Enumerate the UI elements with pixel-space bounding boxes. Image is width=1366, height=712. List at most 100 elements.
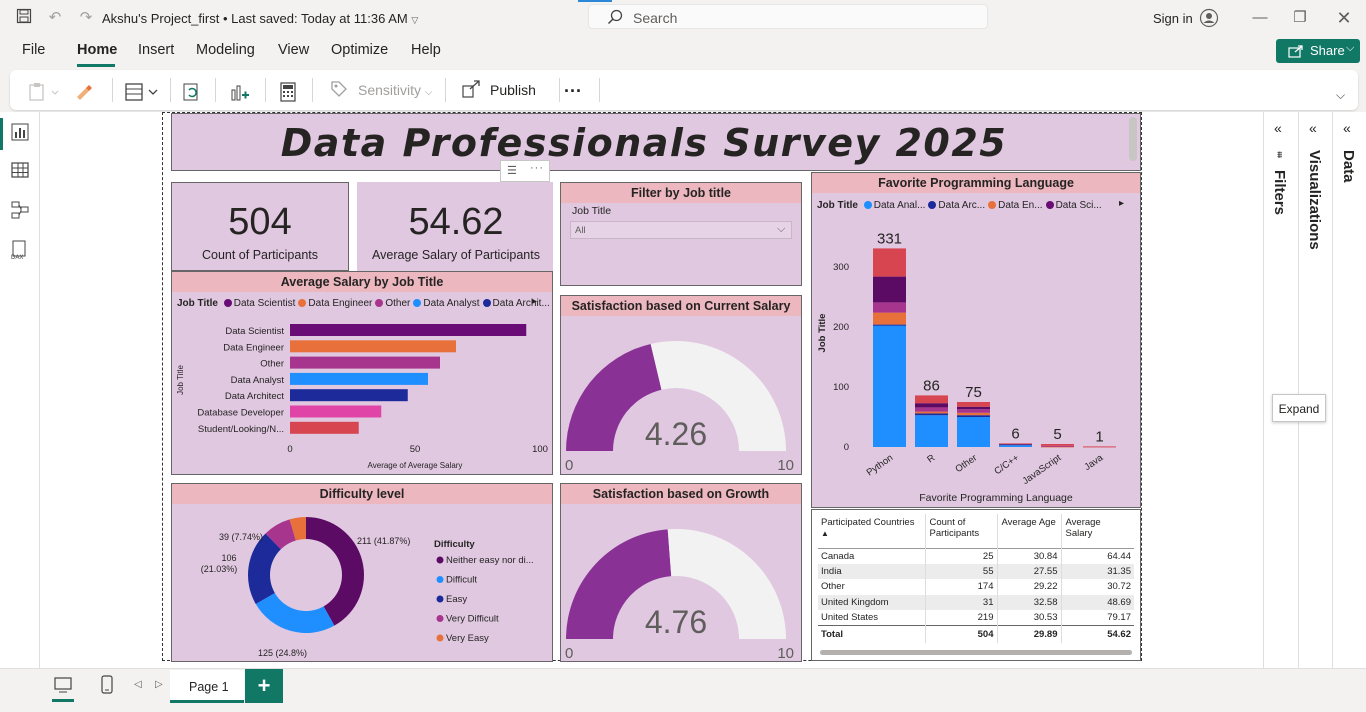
column-header-age[interactable]: Average Age [997,514,1062,548]
table-row[interactable]: Other 174 29.22 30.72 [818,579,1134,595]
category-label: Other [260,359,284,370]
satisfaction-growth-gauge-card[interactable]: Satisfaction based on Growth 4.76 0 10 [560,483,802,662]
redo-icon[interactable]: ↷ [76,8,96,28]
restore-icon[interactable]: ❐ [1290,8,1310,28]
legend-item[interactable]: Data En... [988,200,1043,211]
document-title[interactable]: Akshu's Project_first • Last saved: Toda… [102,11,418,26]
table-body: Canada 25 30.84 64.44 India 55 27.55 31.35 Other… [818,548,1134,643]
legend-item[interactable]: Data Engineer [298,298,372,309]
search-input[interactable]: Search [588,4,988,29]
salary-by-job-chart-card[interactable]: Average Salary by Job Title Job Title Da… [171,271,553,475]
legend-item[interactable]: Data Anal... [863,200,925,211]
expand-pane-icon[interactable]: « [1274,120,1282,136]
get-data-icon[interactable] [124,82,162,102]
format-painter-icon[interactable] [74,82,94,102]
column-header-count[interactable]: Count of Participants [925,514,998,548]
more-options-icon[interactable]: ··· [530,162,544,174]
country-table-card[interactable]: Participated Countries ▲ Count of Particip… [811,509,1141,661]
table-total-row[interactable]: Total 504 29.89 54.62 [818,625,1134,643]
menu-help[interactable]: Help [411,42,441,58]
satisfaction-salary-gauge-card[interactable]: Satisfaction based on Current Salary 4.2… [560,295,802,475]
table-row[interactable]: United Kingdom 31 32.58 48.69 [818,594,1134,610]
sensitivity-button[interactable]: Sensitivity ⌵ [330,80,433,102]
x-axis-label: Favorite Programming Language [919,492,1073,504]
y-axis-label: Job Title [817,314,828,353]
publish-icon [462,80,482,98]
data-pane-collapsed[interactable]: « Data [1332,112,1366,668]
legend-item[interactable]: Data Arc... [928,200,985,211]
next-page-icon[interactable]: ▷ [155,679,163,690]
calculator-icon[interactable] [280,82,296,102]
menu-insert[interactable]: Insert [138,42,174,58]
collapse-ribbon-icon[interactable]: ⌵ [1336,88,1345,103]
menu-optimize[interactable]: Optimize [331,42,388,58]
expand-pane-icon[interactable]: « [1309,120,1317,136]
filter-icon[interactable]: ☰ [507,164,517,177]
menu-modeling[interactable]: Modeling [196,42,255,58]
table-row[interactable]: United States 219 30.53 79.17 [818,610,1134,626]
column-header-salary[interactable]: Average Salary [1061,514,1134,548]
dax-query-icon[interactable]: DAX [10,240,30,260]
avatar-icon[interactable] [1199,8,1219,28]
menu-file[interactable]: File [22,42,45,58]
minimize-icon[interactable]: — [1250,8,1270,28]
filters-pane-collapsed[interactable]: « ⩩ Filters [1263,112,1298,668]
ribbon-toolbar: Sensitivity ⌵ Publish ... ⌵ [10,70,1358,110]
table-view-icon[interactable] [10,160,30,180]
legend-marker [988,201,997,209]
page-tab-page-1[interactable]: Page 1 [170,670,244,703]
column-header-country[interactable]: Participated Countries ▲ [818,514,926,548]
expand-pane-icon[interactable]: « [1343,120,1351,136]
table-row[interactable]: Canada 25 30.84 64.44 [818,548,1134,564]
report-title: Data Professionals Survey 2025 [280,121,1008,165]
undo-icon[interactable]: ↶ [45,8,65,28]
kpi-salary-card[interactable]: 54.62 Average Salary of Participants [357,182,553,271]
legend-item[interactable]: Data Scientist [223,298,295,309]
close-icon[interactable]: ✕ [1334,8,1354,28]
menu-view[interactable]: View [278,42,309,58]
kpi-count-card[interactable]: 504 Count of Participants [171,182,349,271]
x-tick-label: 0 [287,444,292,455]
title-bar: ↶ ↷ Akshu's Project_first • Last saved: … [0,0,1366,36]
add-page-button[interactable]: + [245,669,283,703]
visualizations-pane-collapsed[interactable]: « Visualizations [1298,112,1332,668]
category-label: Data Analyst [231,375,285,386]
report-view-icon[interactable] [10,122,30,142]
table-cell: India [818,563,926,579]
legend-item[interactable]: Data Sci... [1045,200,1102,211]
stack-segment [999,445,1032,447]
legend-next-icon[interactable]: ▸ [1119,198,1124,209]
desktop-layout-icon[interactable] [53,676,73,694]
header-label: Participated Countries [821,517,915,528]
job-title-dropdown[interactable]: All ⌵ [570,221,792,239]
menu-home[interactable]: Home [77,42,117,58]
stack-segment [873,276,906,303]
legend-item[interactable]: Other [375,298,410,309]
share-button[interactable]: Share ⌵ [1276,39,1360,63]
ribbon-divider [312,78,313,102]
mobile-layout-icon[interactable] [100,675,114,695]
favorite-language-chart-card[interactable]: Favorite Programming Language Job Title … [811,172,1141,508]
refresh-icon[interactable] [182,82,202,102]
difficulty-donut-card[interactable]: Difficulty level 211 (41.87%) 125 (24.8%)… [171,483,553,662]
share-icon [1288,45,1303,58]
sign-in-link[interactable]: Sign in [1153,11,1193,26]
horizontal-scrollbar[interactable] [820,650,1132,655]
model-view-icon[interactable] [10,200,30,220]
slicer-field-label: Job Title [572,205,612,217]
paste-icon[interactable] [28,82,62,102]
scrollbar[interactable] [1129,117,1137,161]
legend-label: Data Sci... [1055,200,1102,211]
previous-page-icon[interactable]: ◁ [134,679,142,690]
table-row[interactable]: India 55 27.55 31.35 [818,563,1134,579]
table-cell: 219 [925,610,998,626]
legend-marker [436,615,444,622]
more-options-button[interactable]: ... [564,76,582,98]
legend-item[interactable]: Data Archit... [482,298,550,309]
publish-button[interactable]: Publish [462,80,536,102]
save-icon[interactable] [14,8,34,28]
legend-next-icon[interactable]: ▸ [532,296,537,307]
new-visual-icon[interactable] [230,82,250,102]
legend-item[interactable]: Data Analyst [413,298,480,309]
legend-label: Data En... [998,200,1043,211]
